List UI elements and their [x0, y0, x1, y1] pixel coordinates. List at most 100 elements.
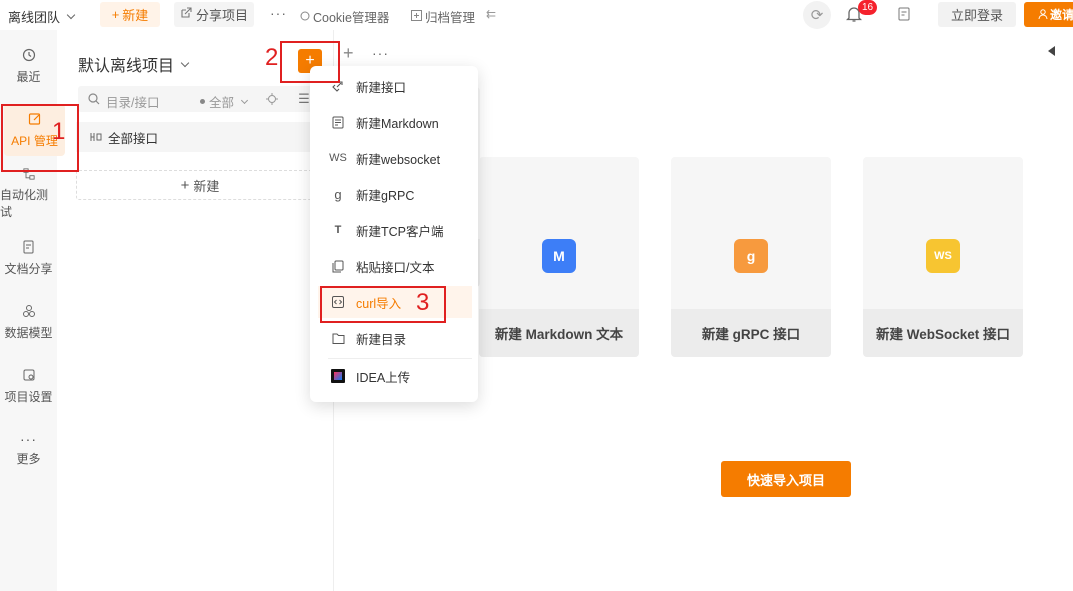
plus-icon: + — [111, 7, 120, 22]
chevron-down-icon — [240, 96, 249, 104]
clock-icon — [22, 48, 35, 61]
menu-item-label: 新建TCP客户端 — [356, 224, 444, 239]
tab-more-icon[interactable]: ··· — [372, 45, 389, 61]
menu-divider — [328, 358, 472, 359]
search-placeholder: 目录/接口 — [106, 96, 160, 110]
more-icon: ··· — [20, 430, 37, 447]
invite-button[interactable]: 邀请 — [1024, 2, 1073, 27]
quick-import-button[interactable]: 快速导入项目 — [721, 461, 851, 497]
card-new-grpc[interactable]: g 新建 gRPC 接口 — [671, 157, 831, 357]
nav-item-project-settings[interactable]: 项目设置 — [0, 360, 57, 412]
nav-label: 更多 — [16, 451, 41, 466]
login-button[interactable]: 立即登录 — [938, 2, 1016, 27]
menu-item-new-grpc[interactable]: g 新建gRPC — [318, 178, 472, 210]
menu-item-new-markdown[interactable]: 新建Markdown — [318, 106, 472, 138]
share-project-label: 分享项目 — [195, 8, 248, 23]
archive-manager-button[interactable]: 归档管理 — [411, 7, 475, 26]
menu-item-label: 新建websocket — [356, 152, 441, 167]
card-label: 新建 Markdown 文本 — [479, 309, 639, 357]
annotation-number-1: 1 — [52, 118, 66, 145]
menu-item-new-tcp-client[interactable]: T 新建TCP客户端 — [318, 214, 472, 246]
grpc-card-icon: g — [734, 239, 768, 273]
cookie-manager-button[interactable]: Cookie管理器 — [300, 7, 389, 26]
new-tab-icon[interactable]: + — [343, 43, 354, 64]
annotation-box-1 — [1, 104, 79, 172]
new-button[interactable]: + 新建 — [100, 2, 160, 27]
paste-icon — [328, 260, 348, 273]
doc-share-icon — [23, 240, 33, 253]
search-icon — [88, 93, 100, 105]
api-folder-icon — [90, 133, 102, 141]
sync-icon[interactable]: ⟳ — [803, 1, 831, 29]
menu-item-label: IDEA上传 — [356, 370, 411, 385]
menu-item-idea-upload[interactable]: IDEA上传 — [318, 360, 472, 392]
new-button-label: 新建 — [122, 8, 149, 23]
nav-item-recent[interactable]: 最近 — [0, 40, 57, 92]
menu-item-new-folder[interactable]: 新建目录 — [318, 322, 472, 354]
archive-icon — [411, 9, 422, 24]
nav-item-data-model[interactable]: 数据模型 — [0, 296, 57, 348]
tcp-icon: T — [334, 224, 342, 236]
chevron-down-icon — [180, 58, 190, 67]
menu-item-label: 粘贴接口/文本 — [356, 260, 435, 275]
menu-item-label: 新建Markdown — [356, 116, 439, 131]
collapse-icon[interactable]: ⇇ — [486, 7, 496, 21]
nav-label: 最近 — [16, 69, 41, 84]
filter-label: 全部 — [209, 96, 235, 110]
archive-manager-label: 归档管理 — [425, 11, 476, 25]
menu-item-new-api[interactable]: 新建接口 — [318, 70, 472, 102]
nav-label: 自动化测试 — [0, 188, 49, 219]
nav-item-automation[interactable]: 自动化测试 — [0, 168, 57, 220]
menu-item-label: 新建gRPC — [356, 188, 415, 203]
idea-icon — [328, 369, 348, 383]
cookie-icon — [300, 10, 310, 24]
nav-item-doc-share[interactable]: 文档分享 — [0, 232, 57, 284]
card-new-markdown[interactable]: M 新建 Markdown 文本 — [479, 157, 639, 357]
plus-icon: + — [180, 176, 190, 194]
menu-item-paste[interactable]: 粘贴接口/文本 — [318, 250, 472, 282]
new-item-dropdown-menu: 新建接口 新建Markdown WS 新建websocket g 新建gRPC … — [310, 66, 478, 402]
invite-label: 邀请 — [1050, 8, 1073, 22]
dot-icon — [200, 99, 205, 104]
card-new-websocket[interactable]: WS 新建 WebSocket 接口 — [863, 157, 1023, 357]
nav-label: 数据模型 — [4, 325, 53, 340]
share-project-button[interactable]: 分享项目 — [174, 2, 254, 27]
notes-icon[interactable] — [898, 7, 910, 24]
websocket-icon: WS — [329, 152, 347, 164]
menu-item-new-websocket[interactable]: WS 新建websocket — [318, 142, 472, 174]
nav-item-more[interactable]: ··· 更多 — [0, 424, 57, 476]
tree-item-label: 全部接口 — [108, 131, 159, 146]
top-bar: 离线团队 + 新建 分享项目 ··· Cookie管理器 归档管理 ⇇ ⟳ 16… — [0, 0, 1073, 30]
share-icon — [180, 7, 192, 22]
locate-button[interactable] — [258, 86, 286, 112]
folder-icon — [328, 333, 348, 344]
markdown-card-icon: M — [542, 239, 576, 273]
settings-icon — [23, 369, 34, 380]
cookie-manager-label: Cookie管理器 — [313, 11, 390, 25]
nav-label: 项目设置 — [4, 389, 53, 404]
more-icon[interactable]: ··· — [270, 5, 287, 21]
filter-dropdown[interactable]: 全部 — [200, 92, 249, 111]
annotation-box-2 — [280, 41, 340, 83]
team-selector[interactable]: 离线团队 — [8, 7, 76, 26]
card-label: 新建 WebSocket 接口 — [863, 309, 1023, 357]
collapse-panel-icon[interactable] — [1048, 46, 1055, 56]
locate-icon — [266, 93, 278, 105]
user-icon — [1038, 8, 1048, 22]
tree-item-all-apis[interactable]: 全部接口 — [76, 122, 334, 152]
notification-badge: 16 — [858, 0, 878, 15]
menu-item-label: 新建接口 — [356, 80, 407, 95]
add-new-label: 新建 — [193, 178, 220, 194]
annotation-number-3: 3 — [416, 289, 430, 316]
chevron-down-icon — [66, 10, 76, 20]
menu-item-label: 新建目录 — [356, 332, 407, 347]
model-icon — [22, 304, 35, 317]
markdown-icon — [328, 116, 348, 129]
add-new-button[interactable]: + 新建 — [76, 170, 324, 200]
nav-label: 文档分享 — [4, 261, 53, 276]
project-selector[interactable]: 默认离线项目 — [78, 52, 190, 76]
grpc-icon: g — [334, 186, 342, 202]
api-tree-panel: 默认离线项目 目录/接口 全部 ☰ 全部接口 + 新建 — [66, 30, 334, 591]
team-name: 离线团队 — [8, 10, 61, 25]
websocket-card-icon: WS — [926, 239, 960, 273]
